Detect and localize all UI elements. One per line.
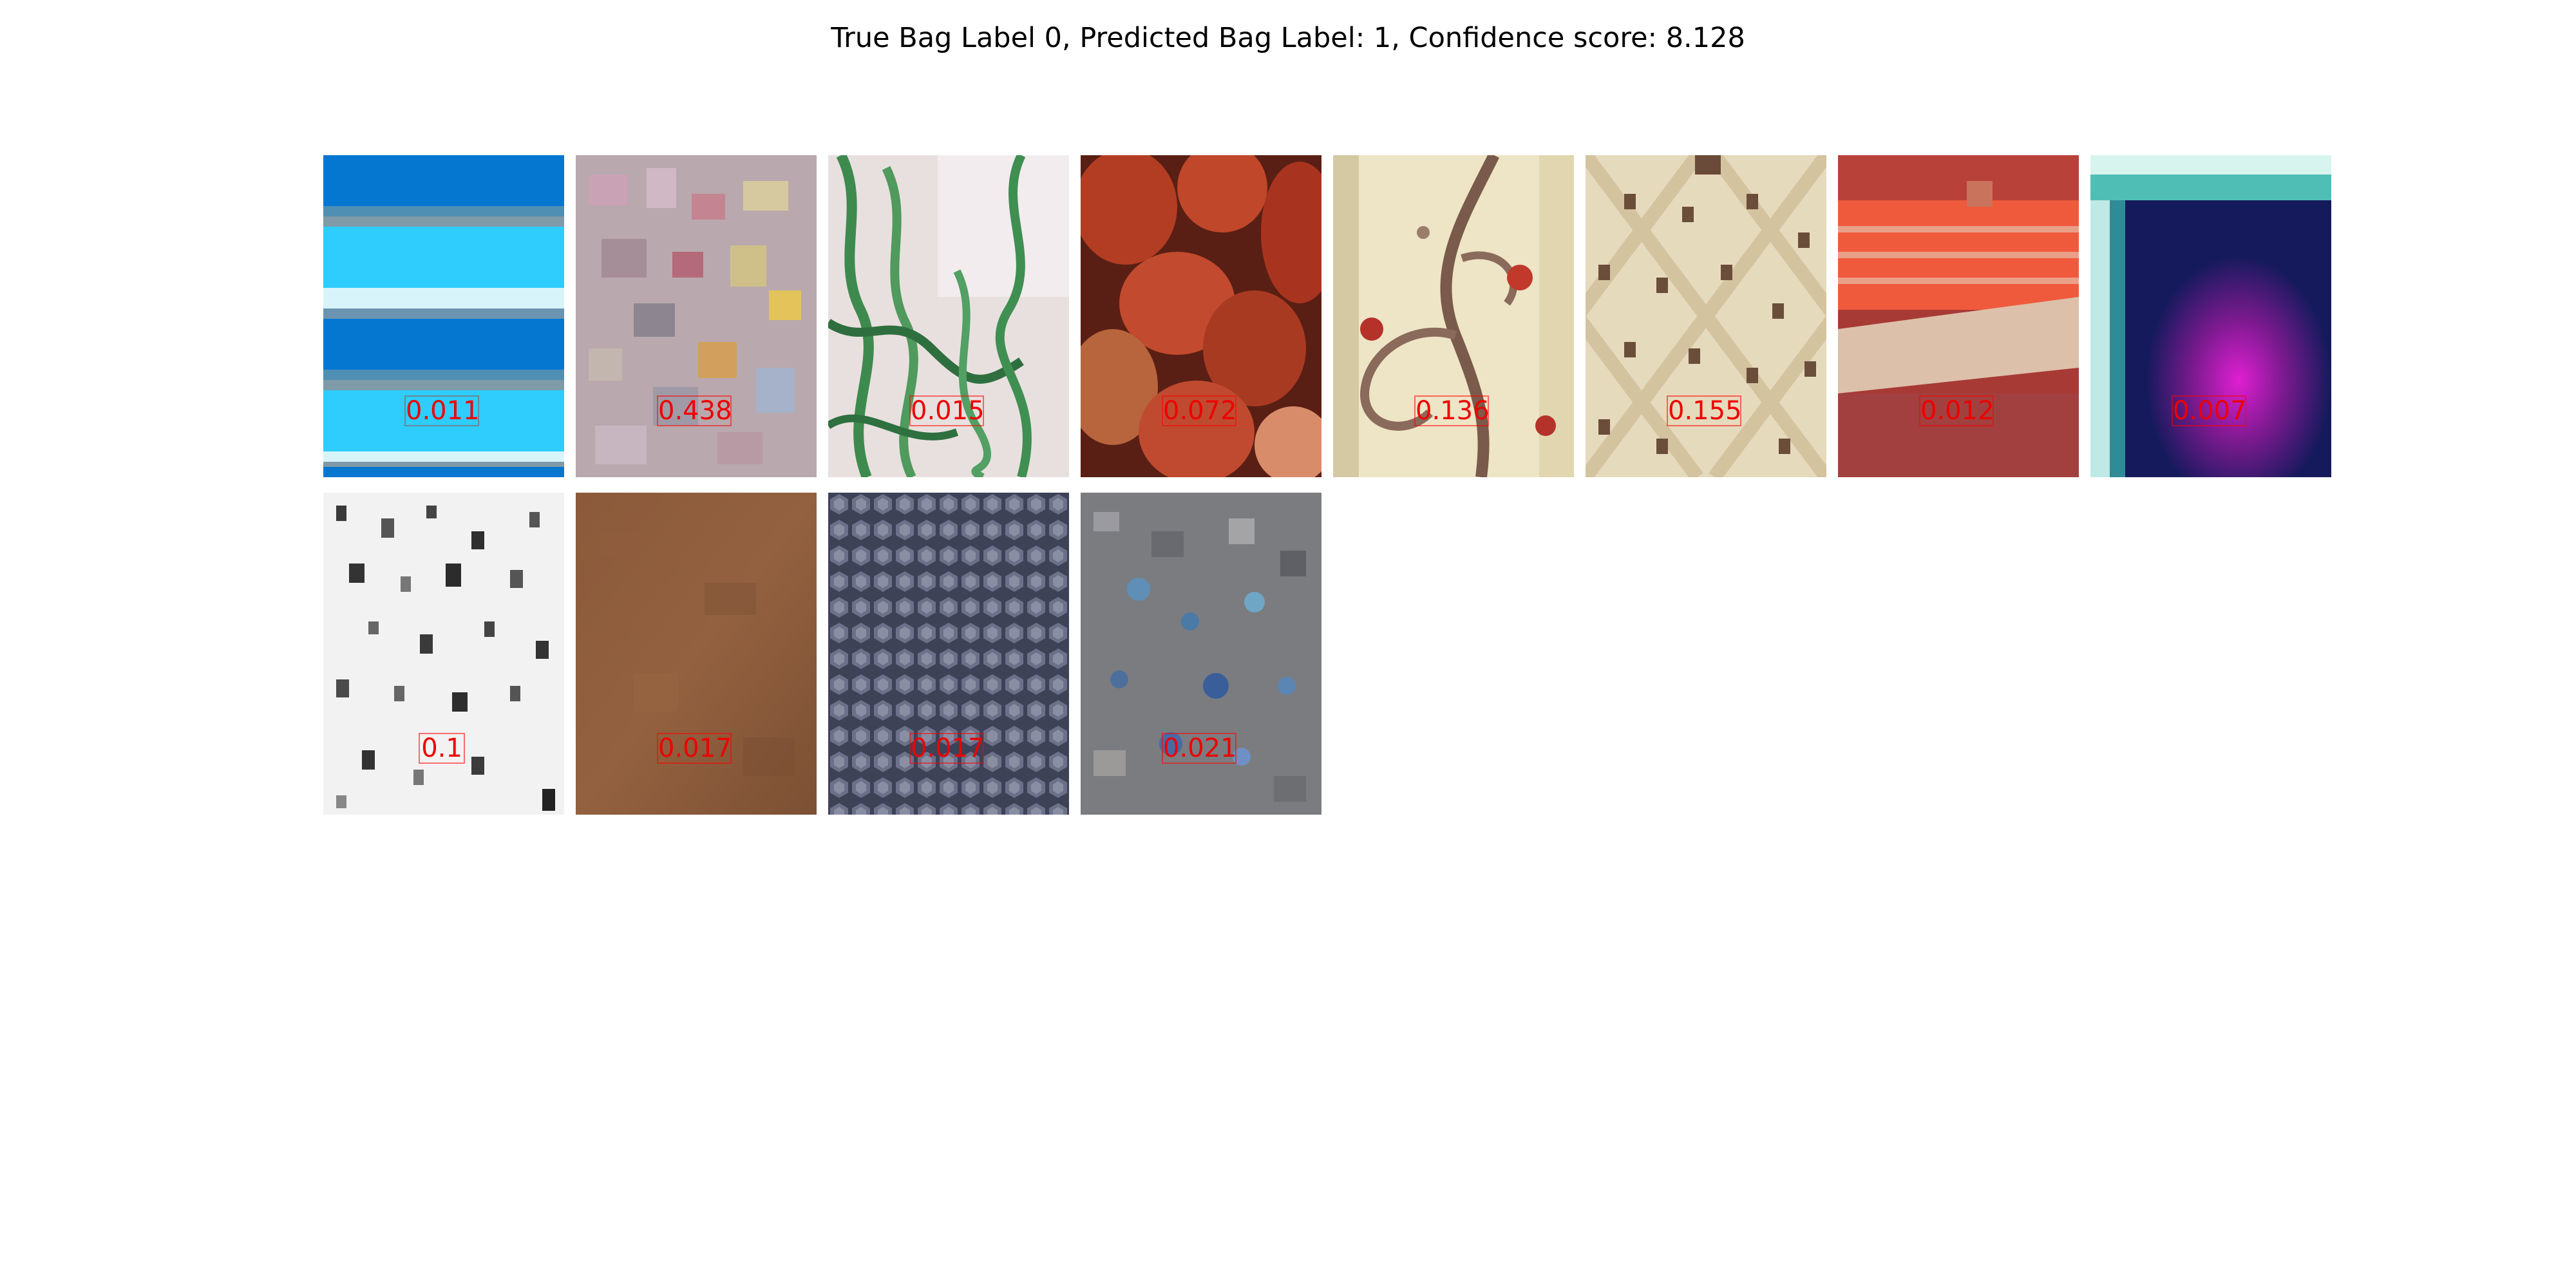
dark-magenta-glow-image — [2090, 155, 2331, 477]
instance-score: 0.155 — [1667, 395, 1742, 426]
instance-tile: 0.155 — [1586, 155, 1826, 477]
red-orange-stripes-image — [1838, 155, 2079, 477]
instance-score: 0.021 — [1162, 733, 1237, 764]
instance-score: 0.017 — [657, 733, 732, 764]
instance-score: 0.017 — [909, 733, 985, 764]
swirl-ornament-image — [1333, 155, 1574, 477]
instance-tile: 0.017 — [576, 493, 817, 815]
instance-tile: 0.072 — [1081, 155, 1321, 477]
instance-score: 0.012 — [1919, 395, 1994, 426]
instance-tile: 0.1 — [323, 493, 564, 815]
instance-tile: 0.136 — [1333, 155, 1574, 477]
instance-tile: 0.011 — [323, 155, 564, 477]
figure-title: True Bag Label 0, Predicted Bag Label: 1… — [831, 22, 1745, 54]
beige-lattice-image — [1586, 155, 1826, 477]
instance-score: 0.007 — [2172, 395, 2247, 426]
instance-score: 0.015 — [909, 395, 985, 426]
grey-blue-speckle-image — [1081, 493, 1321, 815]
instance-tile: 0.017 — [828, 493, 1069, 815]
instance-tile: 0.012 — [1838, 155, 2079, 477]
instance-tile: 0.438 — [576, 155, 817, 477]
instance-tile: 0.007 — [2090, 155, 2331, 477]
instance-tile: 0.021 — [1081, 493, 1321, 815]
red-fruits-image — [1081, 155, 1321, 477]
black-white-dots-image — [323, 493, 564, 815]
colorful-flowers-image — [576, 155, 817, 477]
instance-score: 0.136 — [1414, 395, 1490, 426]
grey-honeycomb-image — [828, 493, 1069, 815]
instance-score: 0.072 — [1162, 395, 1237, 426]
green-vines-image — [828, 155, 1069, 477]
instance-score: 0.011 — [404, 395, 480, 426]
brown-leather-image — [576, 493, 817, 815]
blue-stripes-image — [323, 155, 564, 477]
instance-score: 0.1 — [419, 733, 465, 764]
instance-score: 0.438 — [657, 395, 732, 426]
instance-tile: 0.015 — [828, 155, 1069, 477]
